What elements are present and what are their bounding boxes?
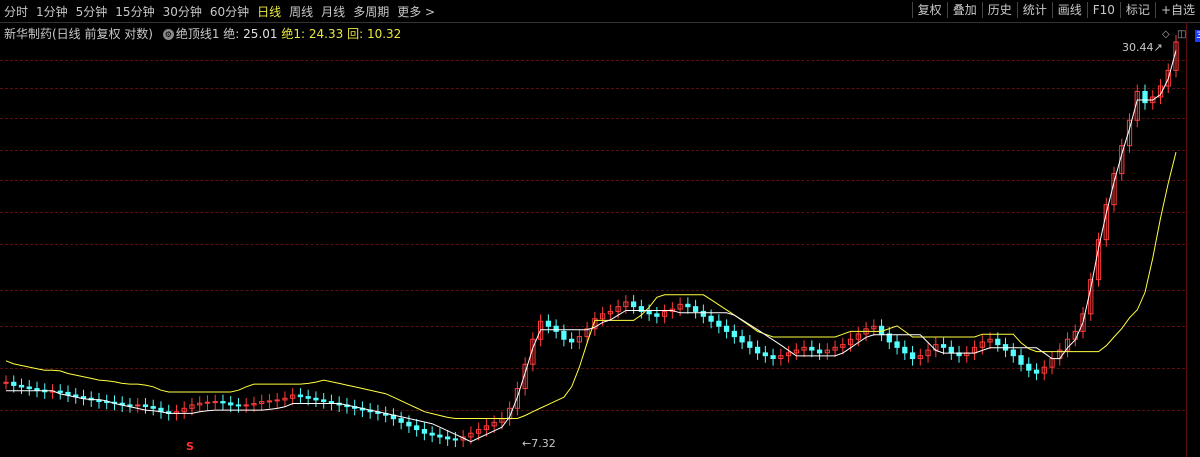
candle-body	[421, 429, 428, 434]
candle-body	[723, 325, 730, 332]
max-price-value: 30.44	[1122, 41, 1154, 54]
diamond-icon[interactable]: ◇	[1162, 29, 1170, 40]
candle-body	[437, 434, 443, 438]
candle-body	[220, 401, 226, 404]
candle-body	[630, 301, 637, 308]
candle-body	[414, 425, 420, 431]
candle-body	[700, 310, 706, 317]
candle-body	[995, 338, 1001, 346]
candle-body	[305, 396, 311, 399]
candle-body	[18, 384, 25, 388]
candle-body	[57, 390, 63, 393]
candle-body	[297, 394, 304, 398]
candle-body	[321, 399, 327, 403]
candle-body	[445, 436, 451, 440]
max-price-label: 30.44↗	[1122, 41, 1163, 54]
candle-body	[909, 352, 916, 360]
min-price-label: ←7.32	[522, 437, 556, 450]
candle-body	[894, 341, 900, 348]
candle-body	[406, 421, 412, 427]
window-icon[interactable]: ◫	[1177, 29, 1186, 40]
candle-body	[11, 381, 17, 386]
candle-body	[770, 355, 776, 360]
candle-body	[739, 336, 745, 343]
candle-body	[568, 338, 575, 343]
candle-body	[708, 315, 714, 322]
candle-body	[266, 400, 273, 403]
resistance-line	[5, 151, 1177, 419]
candle-body	[142, 404, 149, 408]
candle-body	[398, 418, 404, 423]
candle-body	[545, 320, 552, 327]
candle-body	[1026, 363, 1032, 371]
candle-body	[809, 346, 815, 351]
candle-body	[243, 404, 249, 407]
support-line	[6, 50, 1177, 443]
price-axis[interactable]	[1186, 22, 1200, 457]
candle-body	[1010, 349, 1016, 357]
candle-body	[313, 397, 319, 401]
kline-chart[interactable]	[0, 0, 1186, 457]
candle-body	[902, 346, 908, 354]
sell-signal-mark: S	[186, 440, 194, 453]
candle-body	[754, 346, 761, 354]
candle-body	[328, 401, 335, 404]
candle-body	[228, 402, 234, 406]
candle-body	[429, 432, 435, 436]
candle-body	[3, 381, 9, 384]
candle-body	[212, 401, 218, 404]
candle-body	[1142, 90, 1148, 104]
candle-body	[654, 313, 660, 317]
candle-body	[646, 310, 652, 315]
candle-body	[127, 404, 133, 407]
candle-body	[685, 303, 691, 308]
candle-body	[26, 386, 32, 390]
candle-body	[65, 391, 71, 396]
candle-body	[878, 325, 885, 335]
candle-body	[34, 388, 40, 391]
candle-body	[816, 349, 823, 354]
candle-body	[762, 352, 768, 357]
candle-body	[731, 330, 737, 338]
candle-body	[274, 399, 280, 402]
candle-body	[235, 404, 242, 407]
candle-body	[940, 344, 947, 348]
axis-badge: 3	[1195, 30, 1200, 42]
candle-body	[948, 346, 954, 354]
candle-body	[1033, 369, 1040, 374]
candle-body	[747, 341, 753, 348]
candle-body	[150, 406, 156, 409]
candle-body	[553, 325, 559, 332]
candle-body	[716, 320, 722, 327]
candle-body	[561, 330, 567, 340]
candle-body	[135, 404, 141, 407]
candle-body	[692, 306, 699, 312]
candle-body	[1018, 355, 1024, 365]
min-price-value: 7.32	[531, 437, 556, 450]
candle-body	[452, 438, 459, 441]
